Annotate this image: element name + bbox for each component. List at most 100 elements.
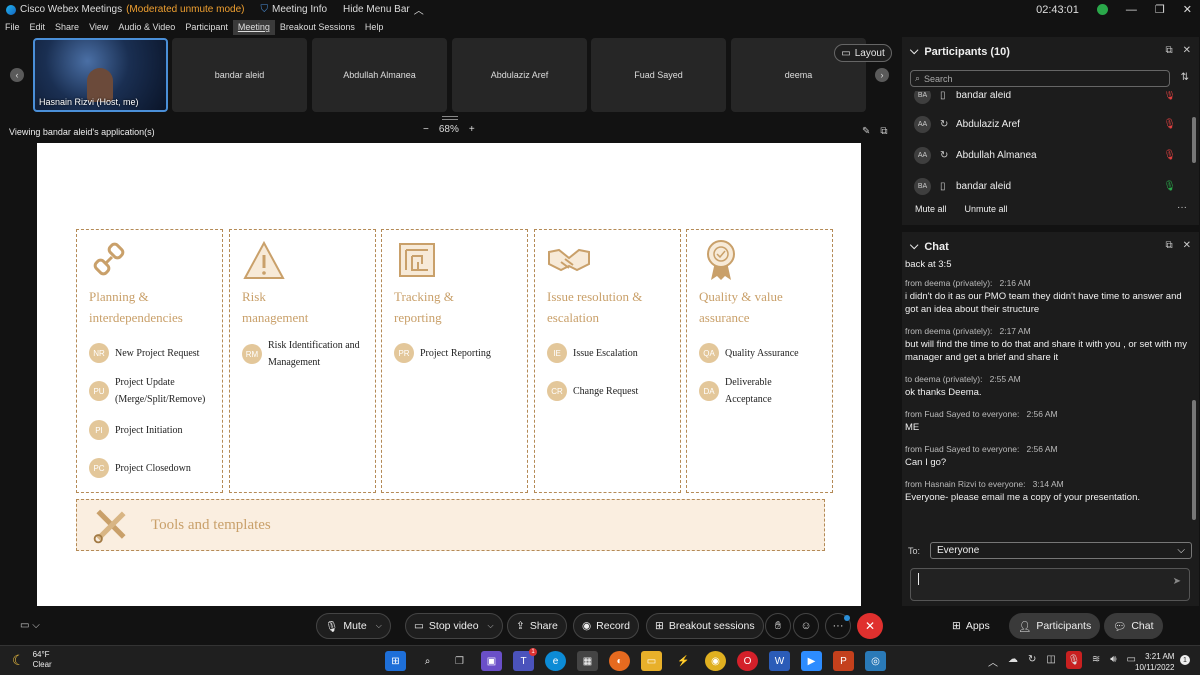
weather-widget[interactable]: ☾ 64°F Clear [12, 650, 52, 670]
task-view-icon[interactable]: ❐ [449, 651, 470, 671]
participant-row[interactable]: AA ↻ Abdullah Almanea 🎙︎ [914, 145, 1184, 165]
chevron-down-icon[interactable]: ⌵ [488, 621, 494, 631]
close-icon[interactable]: ✕ [1183, 240, 1191, 251]
start-icon[interactable]: ⊞ [385, 651, 406, 671]
stop-video-button[interactable]: ▭ Stop video ⌵ [405, 613, 503, 639]
mute-label: Mute [343, 620, 367, 632]
resize-handle[interactable] [442, 116, 458, 120]
raise-hand-button[interactable]: ✋︎ [765, 613, 791, 639]
menu-view[interactable]: View [84, 20, 113, 35]
hide-menu-bar-button[interactable]: Hide Menu Bar ︿ [343, 2, 424, 17]
menu-share[interactable]: Share [50, 20, 84, 35]
restore-icon[interactable]: ❐ [1155, 3, 1165, 16]
unmute-all-button[interactable]: Unmute all [965, 204, 1008, 214]
annotate-icon[interactable]: ✎ [862, 126, 870, 137]
apps-button[interactable]: ⊞ Apps [944, 613, 998, 639]
sort-icon[interactable]: ⇅ [1181, 72, 1189, 83]
notification-center-icon[interactable]: 1 [1180, 655, 1190, 665]
mute-button[interactable]: 🎙︎ Mute ⌵ [316, 613, 391, 639]
opera-icon[interactable]: O [737, 651, 758, 671]
zoom-in-button[interactable]: + [469, 124, 475, 135]
menu-audio-video[interactable]: Audio & Video [113, 20, 180, 35]
participant-tile[interactable]: Abdulaziz Aref [452, 38, 587, 112]
volume-icon[interactable]: 🔊︎ [1110, 654, 1116, 669]
menu-participant[interactable]: Participant [180, 20, 233, 35]
powerpoint-icon[interactable]: P [833, 651, 854, 671]
to-label: To: [908, 545, 921, 556]
participants-header[interactable]: ⌵ Participants (10) [910, 45, 1010, 58]
participant-row[interactable]: AA ↻ Abdulaziz Aref 🎙︎ [914, 114, 1184, 134]
chevron-up-icon[interactable]: ︿ [988, 654, 998, 669]
chat-input[interactable]: ➤ [910, 568, 1190, 601]
reactions-button[interactable]: ☺ [793, 613, 819, 639]
taskbar-time: 3:21 AM [1145, 652, 1175, 661]
zoom-level: 68% [438, 124, 459, 135]
word-icon[interactable]: W [769, 651, 790, 671]
cloud-icon[interactable]: ☁ [1008, 654, 1018, 669]
minimize-icon[interactable]: — [1126, 4, 1137, 16]
mute-all-button[interactable]: Mute all [915, 204, 947, 214]
participant-tile[interactable]: Abdullah Almanea [312, 38, 447, 112]
menu-edit[interactable]: Edit [25, 20, 51, 35]
webex-taskbar-icon[interactable]: ◎ [865, 651, 886, 671]
zoom-out-button[interactable]: − [423, 124, 429, 135]
popout-icon[interactable]: ⧉ [880, 126, 887, 137]
mic-icon[interactable]: 🎙︎ [1163, 181, 1176, 192]
menu-file[interactable]: File [0, 20, 25, 35]
chat-scrollbar[interactable] [1191, 264, 1197, 532]
item-text: Project Reporting [420, 347, 491, 359]
mic-muted-icon[interactable]: 🎙︎ [1163, 91, 1176, 101]
wifi-icon[interactable]: ≋ [1092, 654, 1100, 669]
share-button[interactable]: ⇪ Share [507, 613, 567, 639]
more-options-icon[interactable]: ··· [1177, 202, 1187, 213]
send-icon[interactable]: ➤ [1173, 576, 1181, 587]
recipient-select[interactable]: Everyone ⌵ [930, 542, 1193, 559]
menu-meeting[interactable]: Meeting [232, 20, 275, 35]
close-icon[interactable]: ✕ [1183, 45, 1191, 56]
leave-meeting-button[interactable]: ✕ [857, 613, 883, 639]
search-icon[interactable]: ⌕ [417, 651, 438, 671]
avatar: AA [914, 146, 931, 164]
participant-row[interactable]: BA ▯ bandar aleid 🎙︎ [914, 176, 1184, 196]
menu-help[interactable]: Help [360, 20, 389, 35]
file-explorer-icon[interactable]: ▭ [641, 651, 662, 671]
microphone-in-use-icon[interactable]: 🎙︎ [1065, 651, 1082, 669]
power-automate-icon[interactable]: ⚡ [673, 651, 694, 671]
breakout-sessions-button[interactable]: ⊞ Breakout sessions [646, 613, 764, 639]
chat-button[interactable]: 💬︎ Chat [1104, 613, 1163, 639]
popout-icon[interactable]: ⧉ [1165, 45, 1172, 56]
chat-header[interactable]: ⌵ Chat [910, 240, 949, 253]
chevron-down-icon[interactable]: ⌵ [376, 621, 382, 631]
message-time: 3:14 AM [1032, 479, 1064, 489]
self-video-tile[interactable]: Hasnain Rizvi (Host, me) [33, 38, 168, 112]
store-icon[interactable]: ▦ [577, 651, 598, 671]
zoom-icon[interactable]: ▶ [801, 651, 822, 671]
teams-icon[interactable]: T1 [513, 648, 537, 671]
record-button[interactable]: ◉ Record [573, 613, 640, 639]
scroll-thumb[interactable] [1192, 400, 1196, 520]
edge-icon[interactable]: e [545, 651, 566, 671]
mic-muted-icon[interactable]: 🎙︎ [1163, 150, 1176, 161]
taskbar-clock[interactable]: 3:21 AM 10/11/2022 [1135, 651, 1174, 673]
speaker-phone-icon[interactable]: ◫ [1046, 654, 1055, 669]
captions-button[interactable]: ▭ ⌵ [20, 620, 40, 631]
chrome-icon[interactable]: ◉ [705, 651, 726, 671]
participants-button[interactable]: 👤︎ Participants [1009, 613, 1101, 639]
meeting-info-button[interactable]: ⛉ Meeting Info [261, 4, 328, 15]
participant-tile[interactable]: Fuad Sayed [591, 38, 726, 112]
strip-prev-button[interactable]: ‹ [10, 68, 24, 82]
strip-next-button[interactable]: › [875, 68, 889, 82]
scroll-thumb[interactable] [1192, 117, 1196, 163]
menu-breakout-sessions[interactable]: Breakout Sessions [275, 20, 360, 35]
participant-row[interactable]: BA ▯ bandar aleid 🎙︎ [914, 91, 1184, 105]
participants-scrollbar[interactable] [1191, 93, 1197, 201]
participant-search-input[interactable]: ⌕ Search [910, 70, 1170, 87]
participant-tile[interactable]: bandar aleid [172, 38, 307, 112]
mic-muted-icon[interactable]: 🎙︎ [1163, 119, 1176, 130]
close-icon[interactable]: ✕ [1183, 3, 1192, 16]
firefox-icon[interactable]: ◐ [609, 651, 630, 671]
teams-chat-icon[interactable]: ▣ [481, 651, 502, 671]
layout-button[interactable]: ▭ Layout [834, 44, 892, 62]
popout-icon[interactable]: ⧉ [1165, 240, 1172, 251]
sync-icon[interactable]: ↻ [1028, 654, 1036, 669]
